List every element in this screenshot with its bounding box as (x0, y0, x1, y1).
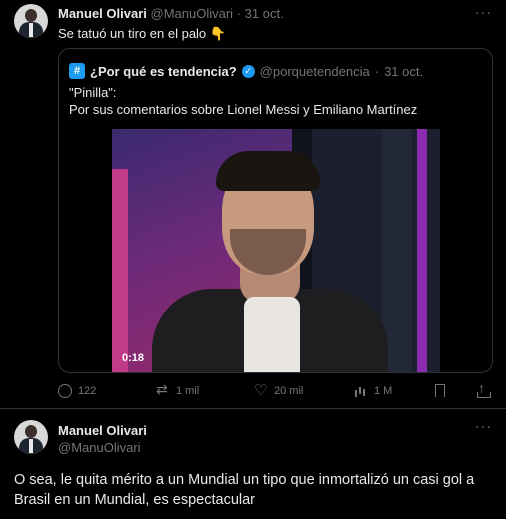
tweet-1[interactable]: Manuel Olivari @ManuOlivari · 31 oct. ··… (0, 0, 506, 406)
quoted-line-2: Por sus comentarios sobre Lionel Messi y… (69, 102, 418, 117)
bookmark-button[interactable] (435, 384, 445, 397)
like-button[interactable]: 20 mil (254, 381, 304, 399)
avatar[interactable] (14, 420, 48, 454)
author-handle[interactable]: @ManuOlivari (151, 6, 234, 21)
tweet-actions: 122 1 mil 20 mil 1 M (58, 380, 493, 402)
retweet-count: 1 mil (176, 385, 200, 397)
view-count: 1 M (374, 385, 393, 397)
tweet-text-content: Se tatuó un tiro en el palo (58, 26, 207, 41)
like-count: 20 mil (274, 385, 304, 397)
author-name[interactable]: Manuel Olivari (58, 6, 147, 21)
retweet-button[interactable]: 1 mil (156, 381, 200, 398)
pointing-down-emoji: 👇 (209, 26, 226, 41)
more-options-icon[interactable]: ··· (475, 418, 492, 434)
tweet-text: O sea, le quita mérito a un Mundial un t… (14, 472, 475, 508)
retweet-icon (156, 381, 170, 398)
separator: · (374, 63, 380, 79)
tweet-text: Se tatuó un tiro en el palo 👇 (58, 26, 226, 42)
divider (0, 408, 506, 409)
share-icon (476, 380, 491, 398)
quoted-tweet-header: # ¿Por qué es tendencia? ✓ @porquetenden… (69, 63, 423, 79)
reply-button[interactable]: 122 (58, 384, 96, 398)
quoted-tweet[interactable]: # ¿Por qué es tendencia? ✓ @porquetenden… (58, 48, 493, 373)
reply-icon (58, 384, 72, 398)
tweet-date[interactable]: 31 oct. (245, 6, 284, 21)
avatar[interactable] (14, 4, 48, 38)
quoted-tweet-text: "Pinilla": Por sus comentarios sobre Lio… (69, 84, 417, 118)
author-handle[interactable]: @ManuOlivari (58, 440, 141, 455)
tweet-header: Manuel Olivari @ManuOlivari · 31 oct. (58, 6, 284, 21)
video-player[interactable]: 0:18 (112, 129, 440, 372)
heart-icon (254, 381, 268, 399)
share-button[interactable] (476, 380, 491, 398)
verified-badge-icon: ✓ (241, 64, 255, 78)
views-button[interactable]: 1 M (354, 384, 392, 398)
hashtag-logo-icon: # (69, 63, 85, 79)
quoted-tweet-date: 31 oct. (384, 63, 424, 79)
bookmark-icon (435, 384, 445, 397)
video-timestamp: 0:18 (122, 352, 145, 364)
quoted-author-name: ¿Por qué es tendencia? (90, 63, 237, 79)
quoted-author-handle: @porquetendencia (259, 63, 370, 79)
views-chart-icon (354, 384, 368, 398)
quoted-line-1: "Pinilla": (69, 85, 117, 100)
author-name[interactable]: Manuel Olivari (58, 423, 147, 438)
reply-count: 122 (78, 385, 97, 397)
separator: · (236, 6, 242, 21)
more-options-icon[interactable]: ··· (475, 4, 492, 20)
